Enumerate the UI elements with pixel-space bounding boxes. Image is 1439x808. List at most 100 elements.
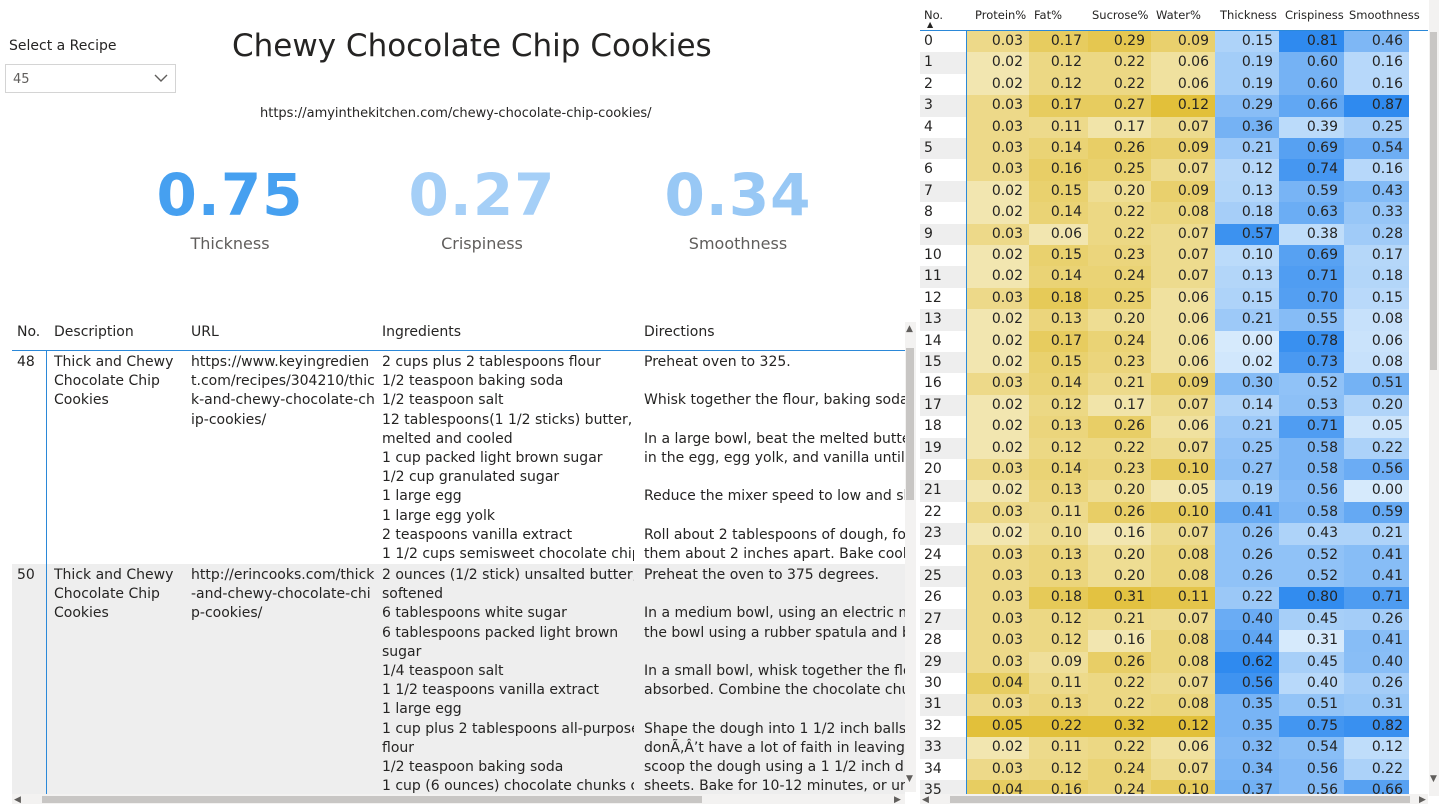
column-header-ingredients[interactable]: Ingredients — [382, 324, 461, 340]
recipe-table-vertical-scroll-thumb[interactable] — [906, 348, 914, 500]
matrix-header-sucrose[interactable]: Sucrose% — [1092, 8, 1148, 22]
recipe-table-horizontal-scroll-thumb[interactable] — [42, 796, 702, 803]
matrix-cell-water: 0.06 — [1151, 330, 1215, 352]
kpi-thickness-label: Thickness — [190, 234, 270, 253]
scroll-left-arrow-icon[interactable]: ◀ — [14, 795, 21, 805]
matrix-row[interactable]: 22 0.03 0.11 0.26 0.10 0.41 0.58 0.59 — [920, 501, 1428, 524]
matrix-cell-thickness: 0.41 — [1215, 501, 1279, 524]
matrix-row[interactable]: 33 0.02 0.11 0.22 0.06 0.32 0.54 0.12 — [920, 737, 1428, 759]
matrix-cell-protein: 0.02 — [967, 180, 1029, 203]
column-header-no[interactable]: No. — [17, 324, 40, 340]
matrix-row[interactable]: 15 0.02 0.15 0.23 0.06 0.02 0.73 0.08 — [920, 352, 1428, 374]
matrix-cell-crispiness: 0.59 — [1279, 180, 1344, 203]
scroll-down-arrow-icon[interactable]: ▼ — [1430, 774, 1437, 784]
matrix-row-number-text: 28 — [924, 632, 942, 649]
matrix-cell-thickness: 0.34 — [1215, 758, 1279, 780]
matrix-cell-water: 0.10 — [1151, 501, 1215, 524]
matrix-cell-protein: 0.03 — [967, 587, 1029, 609]
matrix-cell-water: 0.08 — [1151, 566, 1215, 588]
matrix-row[interactable]: 24 0.03 0.13 0.20 0.08 0.26 0.52 0.41 — [920, 544, 1428, 566]
matrix-cell-fat: 0.11 — [1029, 501, 1088, 524]
matrix-row[interactable]: 28 0.03 0.12 0.16 0.08 0.44 0.31 0.41 — [920, 630, 1428, 652]
matrix-row[interactable]: 25 0.03 0.13 0.20 0.08 0.26 0.52 0.41 — [920, 566, 1428, 588]
matrix-row[interactable]: 32 0.05 0.22 0.32 0.12 0.35 0.75 0.82 — [920, 715, 1428, 738]
matrix-cell-fat: 0.14 — [1029, 373, 1088, 395]
column-header-url[interactable]: URL — [191, 324, 219, 340]
matrix-cell-water: 0.06 — [1151, 352, 1215, 374]
matrix-cell-thickness: 0.12 — [1215, 159, 1279, 181]
scroll-down-arrow-icon[interactable]: ▼ — [906, 774, 913, 784]
matrix-header-fat[interactable]: Fat% — [1034, 8, 1062, 22]
matrix-row[interactable]: 20 0.03 0.14 0.23 0.10 0.27 0.58 0.56 — [920, 459, 1428, 481]
matrix-row-number-text: 13 — [924, 311, 942, 328]
matrix-row-number-text: 30 — [924, 675, 942, 691]
matrix-cell-fat: 0.14 — [1029, 138, 1088, 160]
matrix-cell-protein: 0.03 — [967, 31, 1029, 53]
matrix-row[interactable]: 8 0.02 0.14 0.22 0.08 0.18 0.63 0.33 — [920, 202, 1428, 224]
matrix-row[interactable]: 1 0.02 0.12 0.22 0.06 0.19 0.60 0.16 — [920, 52, 1428, 74]
table-row[interactable]: 50 Thick and Chewy Chocolate Chip Cookie… — [12, 564, 905, 794]
matrix-row-number: 30 — [920, 673, 966, 695]
matrix-row[interactable]: 21 0.02 0.13 0.20 0.05 0.19 0.56 0.00 — [920, 480, 1428, 502]
matrix-cell-protein: 0.02 — [967, 330, 1029, 352]
matrix-header-smoothness[interactable]: Smoothness — [1349, 8, 1420, 22]
matrix-row[interactable]: 10 0.02 0.15 0.23 0.07 0.10 0.69 0.17 — [920, 245, 1428, 267]
matrix-cell-sucrose: 0.16 — [1088, 523, 1151, 545]
matrix-row-number: 20 — [920, 459, 966, 481]
matrix-row[interactable]: 11 0.02 0.14 0.24 0.07 0.13 0.71 0.18 — [920, 266, 1428, 288]
matrix-row[interactable]: 0 0.03 0.17 0.29 0.09 0.15 0.81 0.46 — [920, 31, 1428, 53]
matrix-row[interactable]: 30 0.04 0.11 0.22 0.07 0.56 0.40 0.26 — [920, 673, 1428, 695]
matrix-cell-thickness: 0.13 — [1215, 266, 1279, 288]
matrix-row[interactable]: 17 0.02 0.12 0.17 0.07 0.14 0.53 0.20 — [920, 394, 1428, 417]
matrix-vertical-scroll-thumb[interactable] — [1430, 32, 1437, 370]
matrix-cell-water: 0.07 — [1151, 159, 1215, 181]
recipe-slicer-dropdown[interactable]: 45 — [5, 64, 176, 93]
matrix-row[interactable]: 19 0.02 0.12 0.22 0.07 0.25 0.58 0.22 — [920, 437, 1428, 459]
matrix-header-crispiness[interactable]: Crispiness — [1285, 8, 1344, 22]
matrix-header-water[interactable]: Water% — [1156, 8, 1201, 22]
matrix-header-thickness[interactable]: Thickness — [1220, 8, 1277, 22]
matrix-horizontal-scroll-thumb[interactable] — [950, 796, 1410, 803]
matrix-cell-protein: 0.03 — [967, 501, 1029, 524]
matrix-row[interactable]: 5 0.03 0.14 0.26 0.09 0.21 0.69 0.54 — [920, 138, 1428, 160]
matrix-cell-fat: 0.12 — [1029, 758, 1088, 780]
matrix-row[interactable]: 23 0.02 0.10 0.16 0.07 0.26 0.43 0.21 — [920, 523, 1428, 545]
matrix-cell-thickness: 0.30 — [1215, 373, 1279, 395]
matrix-cell-water: 0.08 — [1151, 544, 1215, 566]
column-header-directions[interactable]: Directions — [644, 324, 715, 340]
matrix-cell-protein: 0.03 — [967, 651, 1029, 673]
matrix-row[interactable]: 14 0.02 0.17 0.24 0.06 0.00 0.78 0.06 — [920, 330, 1428, 352]
matrix-row[interactable]: 12 0.03 0.18 0.25 0.06 0.15 0.70 0.15 — [920, 287, 1428, 310]
matrix-header: No. ▲ Protein% Fat% Sucrose% Water% Thic… — [920, 0, 1428, 30]
matrix-row[interactable]: 13 0.02 0.13 0.20 0.06 0.21 0.55 0.08 — [920, 309, 1428, 331]
scroll-right-arrow-icon[interactable]: ▶ — [1419, 795, 1426, 805]
matrix-cell-crispiness: 0.58 — [1279, 459, 1344, 481]
scroll-up-arrow-icon[interactable]: ▲ — [906, 324, 913, 334]
matrix-row[interactable]: 26 0.03 0.18 0.31 0.11 0.22 0.80 0.71 — [920, 587, 1428, 609]
matrix-row[interactable]: 18 0.02 0.13 0.26 0.06 0.21 0.71 0.05 — [920, 416, 1428, 438]
matrix-row[interactable]: 4 0.03 0.11 0.17 0.07 0.36 0.39 0.25 — [920, 116, 1428, 138]
matrix-header-protein[interactable]: Protein% — [975, 8, 1026, 22]
matrix-row[interactable]: 2 0.02 0.12 0.22 0.06 0.19 0.60 0.16 — [920, 73, 1428, 96]
matrix-row[interactable]: 29 0.03 0.09 0.26 0.08 0.62 0.45 0.40 — [920, 651, 1428, 673]
matrix-row[interactable]: 6 0.03 0.16 0.25 0.07 0.12 0.74 0.16 — [920, 159, 1428, 181]
matrix-row[interactable]: 3 0.03 0.17 0.27 0.12 0.29 0.66 0.87 — [920, 95, 1428, 117]
row-url: https://www.keyingredient.com/recipes/30… — [191, 354, 375, 428]
scroll-left-arrow-icon[interactable]: ◀ — [922, 795, 929, 805]
scroll-right-arrow-icon[interactable]: ▶ — [894, 795, 901, 805]
matrix-row[interactable]: 7 0.02 0.15 0.20 0.09 0.13 0.59 0.43 — [920, 180, 1428, 203]
matrix-row[interactable]: 34 0.03 0.12 0.24 0.07 0.34 0.56 0.22 — [920, 758, 1428, 780]
matrix-cell-thickness: 0.27 — [1215, 459, 1279, 481]
matrix-cell-sucrose: 0.20 — [1088, 566, 1151, 588]
matrix-row[interactable]: 27 0.03 0.12 0.21 0.07 0.40 0.45 0.26 — [920, 608, 1428, 631]
matrix-row[interactable]: 16 0.03 0.14 0.21 0.09 0.30 0.52 0.51 — [920, 373, 1428, 395]
matrix-cell-sucrose: 0.22 — [1088, 52, 1151, 74]
matrix-row[interactable]: 9 0.03 0.06 0.22 0.07 0.57 0.38 0.28 — [920, 223, 1428, 245]
column-header-description[interactable]: Description — [54, 324, 134, 340]
matrix-row-number: 31 — [920, 694, 966, 716]
matrix-row-number: 19 — [920, 437, 966, 459]
table-row[interactable]: 48 Thick and Chewy Chocolate Chip Cookie… — [12, 351, 905, 564]
matrix-cell-water: 0.07 — [1151, 266, 1215, 288]
kpi-smoothness-label: Smoothness — [688, 234, 788, 253]
matrix-row[interactable]: 31 0.03 0.13 0.22 0.08 0.35 0.51 0.31 — [920, 694, 1428, 716]
